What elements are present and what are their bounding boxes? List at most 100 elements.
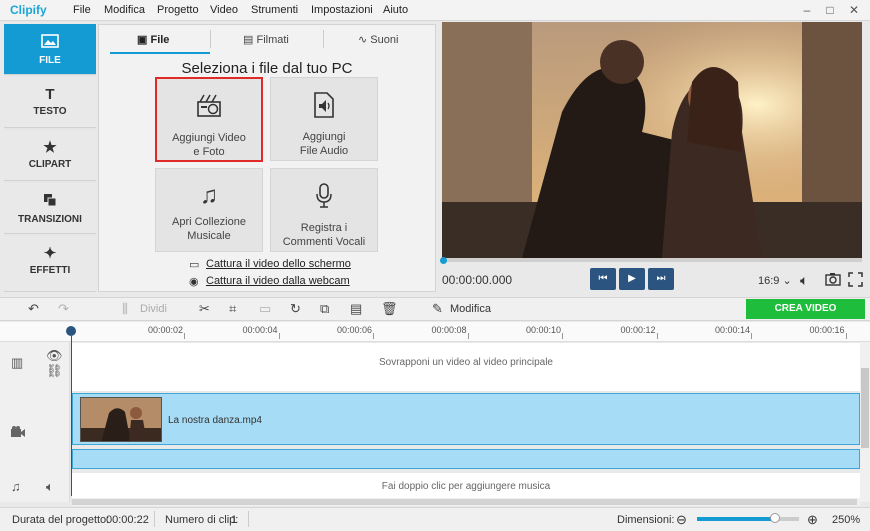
zoom-out-icon[interactable]: ⊖ <box>676 512 687 528</box>
panel-heading: Seleziona i file dal tuo PC <box>181 60 353 77</box>
sidebar-item-testo[interactable]: T TESTO <box>4 77 96 128</box>
menu-progetto[interactable]: Progetto <box>157 4 199 16</box>
menu-aiuto[interactable]: Aiuto <box>383 4 408 16</box>
ruler-tick <box>845 333 847 339</box>
seek-handle[interactable] <box>440 257 447 264</box>
tab-divider <box>210 30 211 48</box>
audio-sub-track[interactable] <box>72 449 860 469</box>
speaker-icon[interactable]: 🔈︎ <box>46 479 54 495</box>
snapshot-camera-icon[interactable] <box>825 272 841 289</box>
video-preview[interactable] <box>442 22 862 258</box>
add-video-photo-button[interactable]: Aggiungi Video e Foto <box>155 77 263 162</box>
playhead[interactable] <box>66 326 76 336</box>
open-music-collection-button[interactable]: ♫ Apri Collezione Musicale <box>155 168 263 252</box>
tile-label: Registra i <box>300 222 348 234</box>
skip-back-button[interactable]: ⏮ <box>590 268 616 290</box>
sidebar-item-file[interactable]: FILE <box>4 24 96 75</box>
close-button[interactable]: ✕ <box>842 2 866 19</box>
music-note-icon: ♫ <box>11 479 21 494</box>
tab-label: Filmati <box>256 34 289 46</box>
audio-file-icon <box>271 92 377 124</box>
sidebar-item-effetti[interactable]: ✦ EFFETTI <box>4 236 96 292</box>
add-audio-file-button[interactable]: Aggiungi File Audio <box>270 77 378 161</box>
split-button[interactable]: Dividi <box>140 303 167 315</box>
duration-value: 00:00:22 <box>106 514 149 526</box>
app-logo: Clipify <box>10 3 47 17</box>
undo-icon[interactable]: ↶ <box>28 301 39 317</box>
tile-label: File Audio <box>299 145 349 157</box>
resize-icon[interactable]: ⧉ <box>320 301 329 317</box>
eye-icon[interactable]: 👁︎ <box>46 348 63 364</box>
image-icon: ▣ <box>137 34 148 46</box>
ruler-tick <box>751 333 752 339</box>
tile-label: Musicale <box>187 230 231 242</box>
chevron-down-icon: ⌄ <box>782 275 792 287</box>
menu-file[interactable]: File <box>73 4 91 16</box>
tab-label: File <box>150 34 170 46</box>
menu-strumenti[interactable]: Strumenti <box>251 4 298 16</box>
sidebar-item-clipart[interactable]: ★ CLIPART <box>4 130 96 181</box>
ruler-tick <box>562 333 563 339</box>
zoom-label: Dimensioni: <box>617 514 675 526</box>
status-divider <box>248 511 249 527</box>
sidebar-item-transizioni[interactable]: TRANSIZIONI <box>4 183 96 234</box>
zoom-in-icon[interactable]: ⊕ <box>807 512 818 528</box>
sidebar-item-label: CLIPART <box>28 159 72 170</box>
active-tab-indicator <box>110 52 210 54</box>
tab-file[interactable]: ▣ File <box>137 33 169 46</box>
sidebar-item-label: TRANSIZIONI <box>18 214 82 225</box>
tab-filmati[interactable]: ▤ Filmati <box>243 33 289 46</box>
clip-thumbnail[interactable] <box>80 397 162 442</box>
ruler-tick <box>467 333 469 339</box>
delete-icon[interactable]: 🗑︎ <box>381 301 398 317</box>
frame-icon[interactable]: ▭ <box>259 301 271 317</box>
aspect-ratio-dropdown[interactable]: 16:9 ⌄ <box>758 274 792 287</box>
menu-modifica[interactable]: Modifica <box>104 4 145 16</box>
maximize-button[interactable]: □ <box>818 2 842 19</box>
edit-button[interactable]: Modifica <box>450 303 491 315</box>
horizontal-scroll-thumb[interactable] <box>72 499 857 505</box>
minimize-button[interactable]: – <box>795 2 819 19</box>
ruler-time-label: 00:00:10 <box>526 325 562 335</box>
tile-label: e Foto <box>193 146 225 158</box>
menu-video[interactable]: Video <box>210 4 238 16</box>
clip-name: La nostra danza.mp4 <box>168 415 262 426</box>
rotate-icon[interactable]: ↻ <box>290 301 301 317</box>
cut-icon[interactable]: ✂ <box>199 301 210 317</box>
duration-label: Durata del progetto: <box>12 514 110 526</box>
tile-label: Aggiungi <box>302 131 346 143</box>
split-icon: ⫼ <box>122 301 128 316</box>
crop-icon[interactable]: ⌗ <box>229 301 236 317</box>
overlay-track[interactable]: Sovrapponi un video al video principale <box>72 343 860 391</box>
capture-webcam-link[interactable]: Cattura il video dalla webcam <box>206 275 350 287</box>
capture-screen-link[interactable]: Cattura il video dello schermo <box>206 258 351 270</box>
redo-icon[interactable]: ↷ <box>58 301 69 317</box>
ruler-time-label: 00:00:16 <box>809 325 845 335</box>
record-voice-comments-button[interactable]: Registra i Commenti Vocali <box>270 168 378 252</box>
create-video-button[interactable]: CREA VIDEO <box>746 299 865 319</box>
seek-bar[interactable] <box>442 258 862 262</box>
play-button[interactable]: ▶ <box>619 268 645 290</box>
menu-impostazioni[interactable]: Impostazioni <box>311 4 373 16</box>
ruler-time-label: 00:00:04 <box>242 325 278 335</box>
volume-icon[interactable]: 🔈︎ <box>800 272 808 289</box>
music-track[interactable]: Fai doppio clic per aggiungere musica <box>72 473 860 498</box>
magic-wand-icon: ✦ <box>43 245 57 262</box>
play-icon: ▶ <box>628 273 636 284</box>
link-icon[interactable]: ⛓︎ <box>46 363 63 379</box>
text-icon: T <box>45 86 55 103</box>
audio-wave-icon: ∿ <box>358 34 368 46</box>
vertical-scroll-thumb[interactable] <box>861 368 869 448</box>
video-camera-icon <box>10 426 26 441</box>
overlay-track-icon: ▥ <box>11 355 24 370</box>
edit-pencil-icon: ✎ <box>432 301 443 316</box>
zoom-slider-handle[interactable] <box>770 513 780 523</box>
skip-forward-button[interactable]: ⏭ <box>648 268 674 290</box>
zoom-value: 250% <box>832 514 861 526</box>
transition-icon <box>4 193 96 211</box>
properties-icon[interactable]: ▤ <box>350 301 362 317</box>
tab-suoni[interactable]: ∿ Suoni <box>358 33 398 46</box>
microphone-icon <box>271 183 377 215</box>
music-hint: Fai doppio clic per aggiungere musica <box>381 481 551 492</box>
fullscreen-icon[interactable] <box>848 272 863 290</box>
